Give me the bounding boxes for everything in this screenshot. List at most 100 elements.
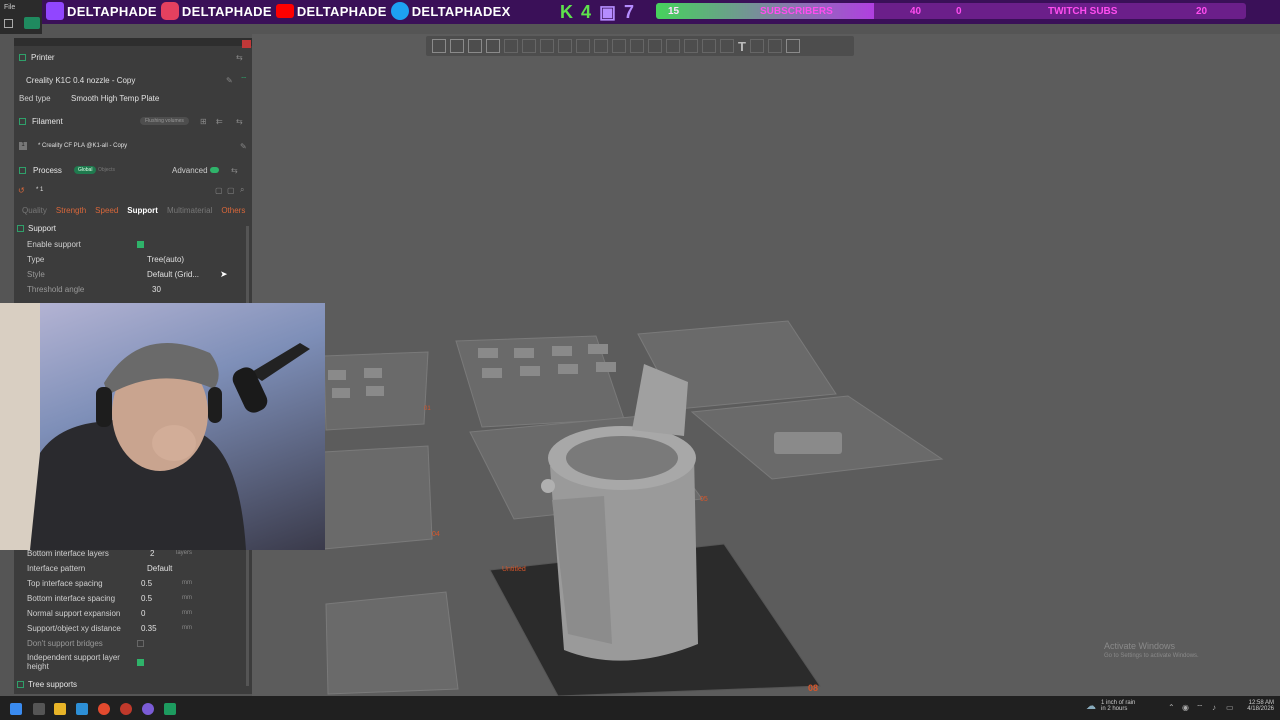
support-style-label: Style xyxy=(27,269,45,279)
normal-support-expansion-label: Normal support expansion xyxy=(27,608,121,618)
file-explorer-icon[interactable] xyxy=(54,703,66,715)
threshold-angle-input[interactable]: 30 xyxy=(152,285,161,294)
dont-support-bridges-label: Don't support bridges xyxy=(27,638,103,648)
app-corner: File xyxy=(0,0,42,34)
filament-icon xyxy=(19,117,26,125)
threshold-angle-label: Threshold angle xyxy=(27,284,85,294)
process-section: Process Global Objects Advanced ⇆ xyxy=(14,163,252,177)
support-style-select[interactable]: Default (Grid... xyxy=(147,270,199,279)
support-type-select[interactable]: Tree(auto) xyxy=(147,255,184,264)
xy-distance-input[interactable]: 0.35 xyxy=(141,624,157,633)
activation-watermark: Activate Windows Go to Settings to activ… xyxy=(1104,641,1199,659)
objects-toggle[interactable]: Objects xyxy=(98,167,115,173)
add-filament-icon[interactable]: ⊞ xyxy=(200,117,207,126)
tree-supports-label: Tree supports xyxy=(28,679,78,689)
close-icon[interactable] xyxy=(242,40,251,48)
interface-pattern-select[interactable]: Default xyxy=(147,564,172,573)
tab-others[interactable]: Others xyxy=(221,206,245,215)
home-icon[interactable] xyxy=(4,19,13,28)
subscriber-goal-bar: 15 SUBSCRIBERS 40 0 TWITCH SUBS 20 xyxy=(656,3,1246,19)
filament-settings-icon[interactable]: ⇆ xyxy=(236,117,243,126)
tab-multimaterial[interactable]: Multimaterial xyxy=(167,206,212,215)
vscode-icon[interactable] xyxy=(76,703,88,715)
discord-icon[interactable] xyxy=(142,703,154,715)
edit-icon[interactable]: ✎ xyxy=(226,76,233,85)
plates-scene[interactable] xyxy=(252,34,1280,696)
top-interface-spacing-input[interactable]: 0.5 xyxy=(141,579,152,588)
battery-icon[interactable]: ▭ xyxy=(1226,703,1234,712)
printer-label: Printer xyxy=(31,52,55,62)
social-twitch: DELTAPHADE xyxy=(46,2,157,20)
tray-app-icon[interactable]: ◉ xyxy=(1182,703,1189,712)
tab-speed[interactable]: Speed xyxy=(95,206,118,215)
kick-count: 4 xyxy=(581,2,592,22)
bed-type-label: Bed type xyxy=(19,93,51,103)
threshold-angle-row: Threshold angle 30 xyxy=(14,282,252,296)
network-icon[interactable]: ⌔ xyxy=(1196,703,1204,713)
compare-icon[interactable]: ⇆ xyxy=(231,166,238,175)
normal-support-expansion-input[interactable]: 0 xyxy=(141,609,145,618)
undo-icon[interactable]: ↺ xyxy=(18,186,25,195)
twitch-subs-current: 0 xyxy=(956,6,962,17)
support-icon xyxy=(17,224,24,232)
process-preset[interactable]: ↺ * 1 ▢ ▢ ⌕ xyxy=(14,183,252,197)
support-type-label: Type xyxy=(27,254,45,264)
enable-support-label: Enable support xyxy=(27,239,81,249)
chrome-icon[interactable] xyxy=(98,703,110,715)
unit: mm xyxy=(182,625,192,631)
tab-icon[interactable] xyxy=(24,17,40,29)
bed-type-row: Bed type Smooth High Temp Plate xyxy=(14,91,252,105)
wifi-icon[interactable]: ⌔ xyxy=(240,75,248,85)
enable-support-row: Enable support xyxy=(14,237,252,251)
advanced-toggle[interactable] xyxy=(210,167,219,173)
filament-select[interactable]: 1 * Creality CF PLA @K1-all - Copy ✎ xyxy=(14,139,252,153)
printer-settings-icon[interactable]: ⇆ xyxy=(236,53,243,62)
filament-label: Filament xyxy=(32,116,63,126)
social-handle: DELTAPHADE xyxy=(296,3,387,19)
mouse-cursor-icon: ➤ xyxy=(220,269,228,279)
printer-select[interactable]: Creality K1C 0.4 nozzle - Copy ✎ ⌔ xyxy=(14,73,252,87)
printer-icon xyxy=(19,53,26,61)
copy-icon[interactable]: ▢ xyxy=(227,186,235,195)
settings-tabs: Quality Strength Speed Support Multimate… xyxy=(22,206,245,215)
file-menu[interactable]: File xyxy=(4,4,15,11)
search-icon[interactable]: ⌕ xyxy=(240,185,244,195)
global-toggle[interactable]: Global xyxy=(74,166,97,174)
filament-slot: 1 xyxy=(19,142,27,150)
edit-icon[interactable]: ✎ xyxy=(240,142,247,151)
unit: mm xyxy=(182,595,192,601)
plate-07 xyxy=(325,591,459,695)
sync-icon[interactable]: ⇇ xyxy=(216,117,223,126)
plate-04 xyxy=(323,445,433,550)
twitter-icon xyxy=(390,2,409,20)
weather-widget[interactable]: 1 inch of rain in 2 hours xyxy=(1101,700,1135,712)
bed-type-select[interactable]: Smooth High Temp Plate xyxy=(71,94,159,103)
social-handle: DELTAPHADE xyxy=(67,3,157,19)
volume-icon[interactable]: ♪ xyxy=(1212,703,1216,712)
dont-support-bridges-row: Don't support bridges xyxy=(14,636,252,650)
independent-layer-height-checkbox[interactable] xyxy=(137,658,144,666)
tab-support[interactable]: Support xyxy=(127,206,158,215)
clock-date: 4/18/2026 xyxy=(1247,706,1274,712)
slicer-icon[interactable] xyxy=(164,703,176,715)
clock[interactable]: 12:58 AM 4/18/2026 xyxy=(1240,700,1274,712)
obs-icon[interactable] xyxy=(120,703,132,715)
dont-support-bridges-checkbox[interactable] xyxy=(137,639,144,647)
enable-support-checkbox[interactable] xyxy=(137,240,144,248)
support-section: Support xyxy=(14,221,252,235)
bottom-interface-spacing-input[interactable]: 0.5 xyxy=(141,594,152,603)
unit: mm xyxy=(182,610,192,616)
plate-name[interactable]: Untitled xyxy=(502,566,526,573)
subs-label: SUBSCRIBERS xyxy=(760,6,833,17)
tab-quality[interactable]: Quality xyxy=(22,206,47,215)
tray-chevron-icon[interactable]: ⌃ xyxy=(1168,703,1175,712)
tab-strength[interactable]: Strength xyxy=(56,206,86,215)
flushing-volumes-button[interactable]: Flushing volumes xyxy=(140,117,189,125)
save-icon[interactable]: ▢ xyxy=(215,186,223,195)
start-icon[interactable] xyxy=(10,703,22,715)
task-view-icon[interactable] xyxy=(33,703,45,715)
printer-name: Creality K1C 0.4 nozzle - Copy xyxy=(26,75,136,85)
social-twitter: DELTAPHADEX xyxy=(390,2,511,20)
social-handle: DELTAPHADE xyxy=(181,3,272,19)
xy-distance-label: Support/object xy distance xyxy=(27,623,121,633)
